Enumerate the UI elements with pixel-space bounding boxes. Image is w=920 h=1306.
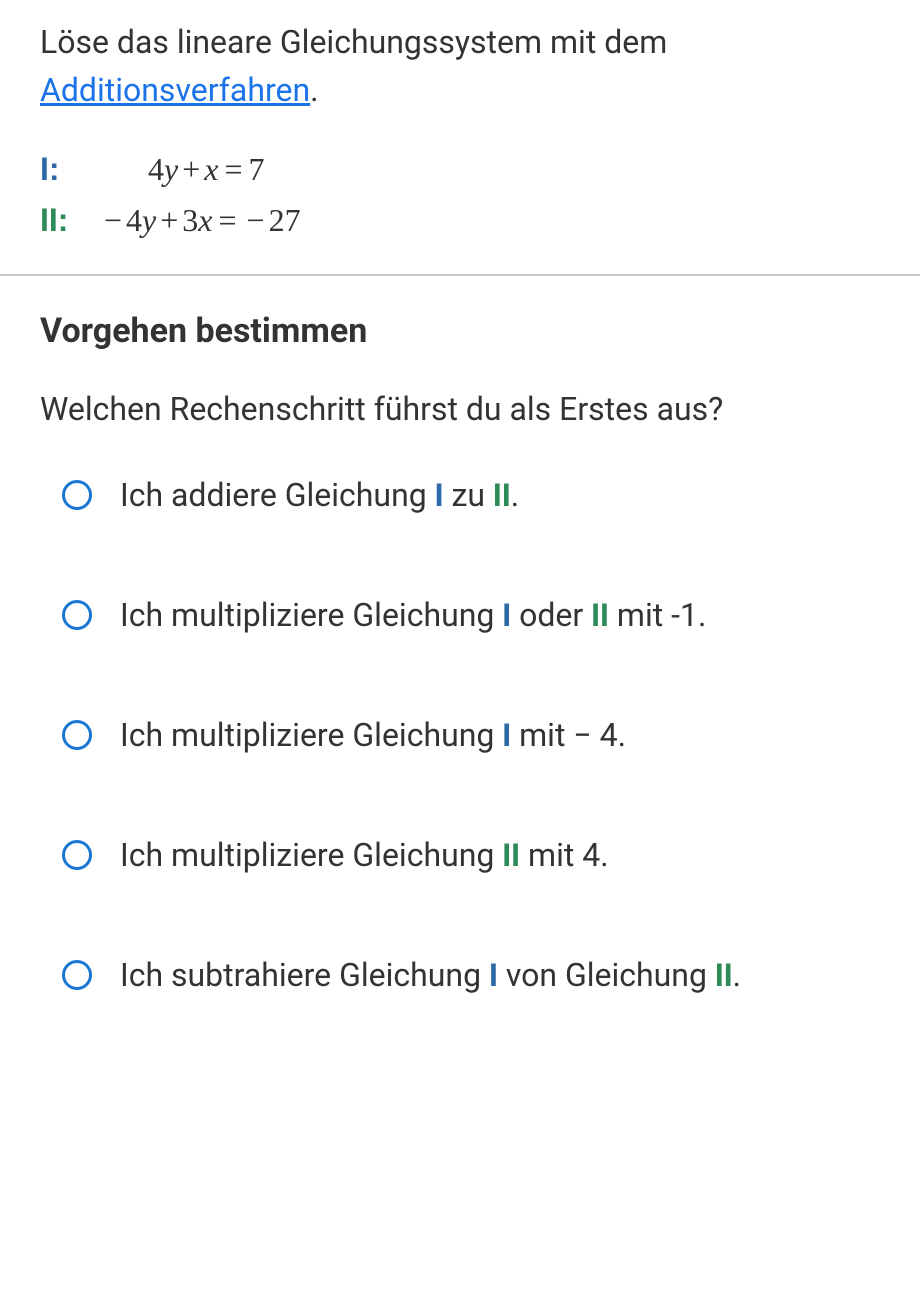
marker-I: I (502, 717, 511, 753)
question-prompt: Welchen Rechenschritt führst du als Erst… (40, 385, 880, 433)
option-label: Ich multipliziere Gleichung I oder II mi… (120, 591, 880, 639)
option-text: Ich multipliziere Gleichung (120, 836, 502, 874)
marker-II: II (502, 837, 520, 873)
option-text: mit 4. (520, 836, 609, 874)
option-text: mit − 4. (511, 716, 626, 754)
option-label: Ich multipliziere Gleichung I mit − 4. (120, 711, 880, 759)
equation-expr-I: 4y+x=7 (100, 144, 265, 195)
radio-icon (62, 960, 92, 990)
option-text: . (511, 476, 519, 514)
option-text: zu (444, 476, 493, 514)
equation-row-I: I: 4y+x=7 (40, 144, 880, 195)
radio-icon (62, 720, 92, 750)
marker-II: II (591, 597, 609, 633)
question-section: Vorgehen bestimmen Welchen Rechenschritt… (0, 276, 920, 1059)
marker-I: I (435, 477, 444, 513)
option-text: Ich addiere Gleichung (120, 476, 435, 514)
option-1[interactable]: Ich addiere Gleichung I zu II. (62, 471, 880, 519)
option-text: mit -1. (609, 596, 706, 634)
equation-expr-II: −4y+3x=−27 (100, 195, 301, 246)
intro-prefix: Löse das lineare Gleichungssystem mit de… (40, 23, 667, 61)
marker-I: I (489, 957, 498, 993)
method-link[interactable]: Additionsverfahren (40, 71, 310, 109)
equation-label-II: II: (40, 195, 100, 246)
option-label: Ich addiere Gleichung I zu II. (120, 471, 880, 519)
intro-suffix: . (310, 71, 318, 109)
equation-system: I: 4y+x=7 II: −4y+3x=−27 (40, 144, 880, 246)
option-4[interactable]: Ich multipliziere Gleichung II mit 4. (62, 831, 880, 879)
option-5[interactable]: Ich subtrahiere Gleichung I von Gleichun… (62, 951, 880, 999)
option-text: Ich multipliziere Gleichung (120, 716, 502, 754)
radio-icon (62, 600, 92, 630)
option-label: Ich multipliziere Gleichung II mit 4. (120, 831, 880, 879)
option-3[interactable]: Ich multipliziere Gleichung I mit − 4. (62, 711, 880, 759)
option-text: von Gleichung (498, 956, 715, 994)
radio-icon (62, 480, 92, 510)
intro-text: Löse das lineare Gleichungssystem mit de… (40, 18, 880, 114)
option-label: Ich subtrahiere Gleichung I von Gleichun… (120, 951, 880, 999)
radio-icon (62, 840, 92, 870)
marker-II: II (493, 477, 511, 513)
option-text: Ich multipliziere Gleichung (120, 596, 502, 634)
section-heading: Vorgehen bestimmen (40, 306, 880, 357)
option-text: oder (511, 596, 591, 634)
marker-II: II (715, 957, 733, 993)
option-text: . (733, 956, 741, 994)
equation-row-II: II: −4y+3x=−27 (40, 195, 880, 246)
options-list: Ich addiere Gleichung I zu II. Ich multi… (40, 471, 880, 999)
equation-label-I: I: (40, 144, 100, 195)
option-2[interactable]: Ich multipliziere Gleichung I oder II mi… (62, 591, 880, 639)
option-text: Ich subtrahiere Gleichung (120, 956, 489, 994)
marker-I: I (502, 597, 511, 633)
problem-section: Löse das lineare Gleichungssystem mit de… (0, 0, 920, 276)
